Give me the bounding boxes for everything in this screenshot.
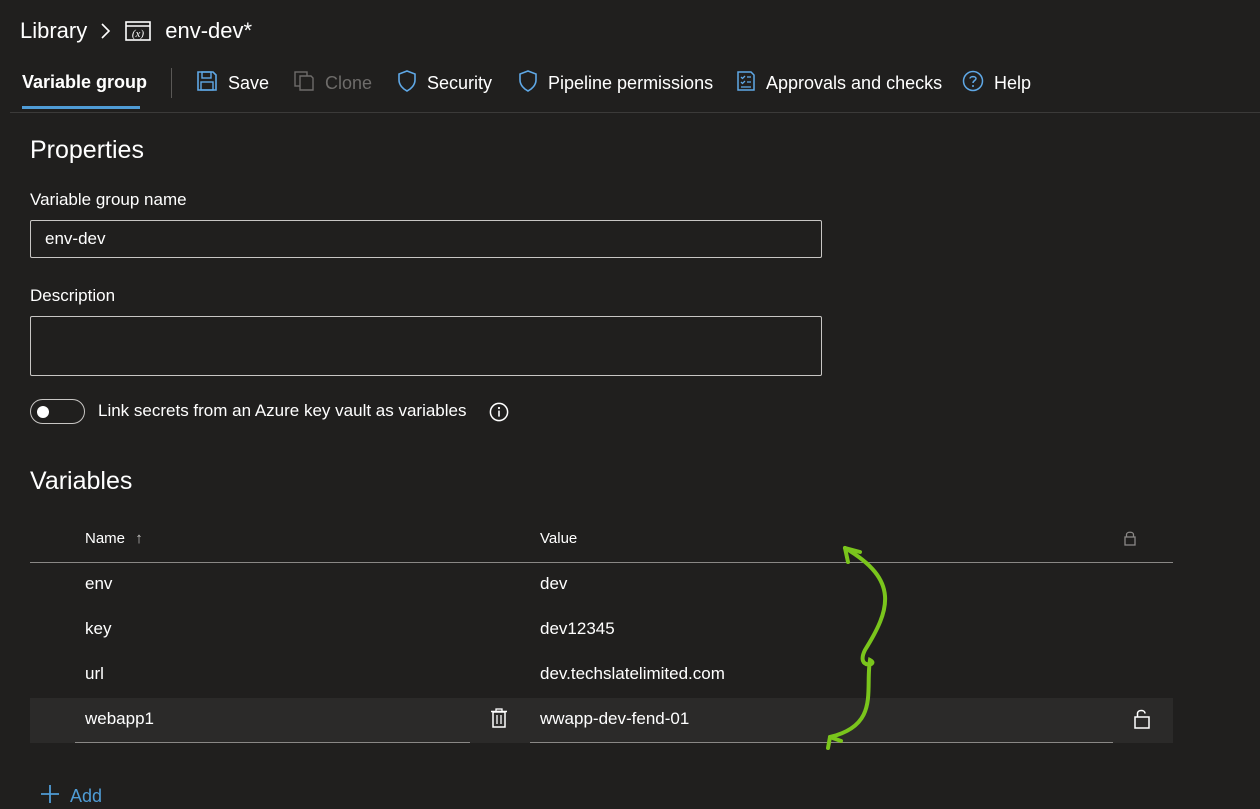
security-label: Security [427, 73, 493, 93]
breadcrumb: Library (x) env-dev* [20, 14, 252, 48]
breadcrumb-library-link[interactable]: Library [20, 18, 87, 44]
variable-name-input[interactable]: webapp1 [85, 709, 154, 729]
column-header-name-label: Name [85, 530, 126, 547]
column-header-name[interactable]: Name ↑ [85, 530, 143, 547]
variable-value-cell[interactable]: dev [540, 574, 567, 594]
toolbar-divider-line [10, 112, 1260, 113]
help-icon [962, 70, 984, 97]
save-button[interactable]: Save [196, 70, 269, 97]
info-icon[interactable] [489, 402, 509, 427]
variable-name-cell[interactable]: key [85, 619, 111, 639]
unlock-icon[interactable] [1133, 708, 1151, 734]
chevron-right-icon [99, 22, 111, 40]
save-label: Save [228, 73, 270, 93]
help-button[interactable]: Help [962, 70, 1031, 97]
variables-heading: Variables [30, 467, 133, 495]
copy-icon [293, 70, 315, 97]
tab-variable-group[interactable]: Variable group [22, 72, 147, 93]
variable-group-icon: (x) [125, 20, 152, 42]
variable-name-cell[interactable]: url [85, 664, 104, 684]
clone-label: Clone [325, 73, 373, 93]
description-input[interactable] [30, 316, 822, 376]
name-input-underline [75, 742, 470, 743]
description-label: Description [30, 286, 116, 305]
page-title: env-dev* [165, 18, 253, 43]
variable-name-cell[interactable]: env [85, 574, 112, 594]
security-button[interactable]: Security [397, 70, 492, 97]
plus-icon [40, 784, 60, 809]
variable-value-cell[interactable]: dev.techslatelimited.com [540, 664, 725, 684]
svg-text:(x): (x) [132, 28, 145, 40]
approvals-and-checks-button[interactable]: Approvals and checks [736, 70, 942, 97]
clone-button[interactable]: Clone [293, 70, 372, 97]
pipeline-permissions-button[interactable]: Pipeline permissions [518, 70, 713, 97]
shield-icon [518, 70, 538, 97]
variable-value-cell[interactable]: dev12345 [540, 619, 615, 639]
checklist-icon [736, 70, 756, 97]
add-variable-button[interactable]: Add [40, 784, 102, 809]
column-header-value[interactable]: Value [540, 530, 577, 547]
properties-heading: Properties [30, 136, 144, 164]
toolbar-divider [171, 68, 172, 98]
variable-group-name-label: Variable group name [30, 190, 187, 209]
table-header-divider [30, 562, 1173, 563]
help-label: Help [994, 73, 1032, 93]
variable-value-input[interactable]: wwapp-dev-fend-01 [540, 709, 689, 729]
keyvault-toggle[interactable] [30, 399, 85, 424]
pipeline-permissions-label: Pipeline permissions [548, 73, 714, 93]
sort-ascending-icon: ↑ [135, 530, 143, 547]
shield-icon [397, 70, 417, 97]
lock-column-icon [1123, 530, 1137, 551]
tab-selected-indicator [22, 106, 140, 109]
add-label: Add [70, 786, 103, 806]
toggle-knob [37, 406, 49, 418]
save-icon [196, 70, 218, 97]
annotation-arrow [826, 546, 887, 750]
trash-icon[interactable] [490, 708, 508, 733]
approvals-label: Approvals and checks [766, 73, 943, 93]
variable-group-name-input[interactable] [30, 220, 822, 258]
toolbar: Variable group Save Clone Security Pipel… [0, 62, 1260, 109]
keyvault-toggle-label: Link secrets from an Azure key vault as … [98, 401, 467, 420]
